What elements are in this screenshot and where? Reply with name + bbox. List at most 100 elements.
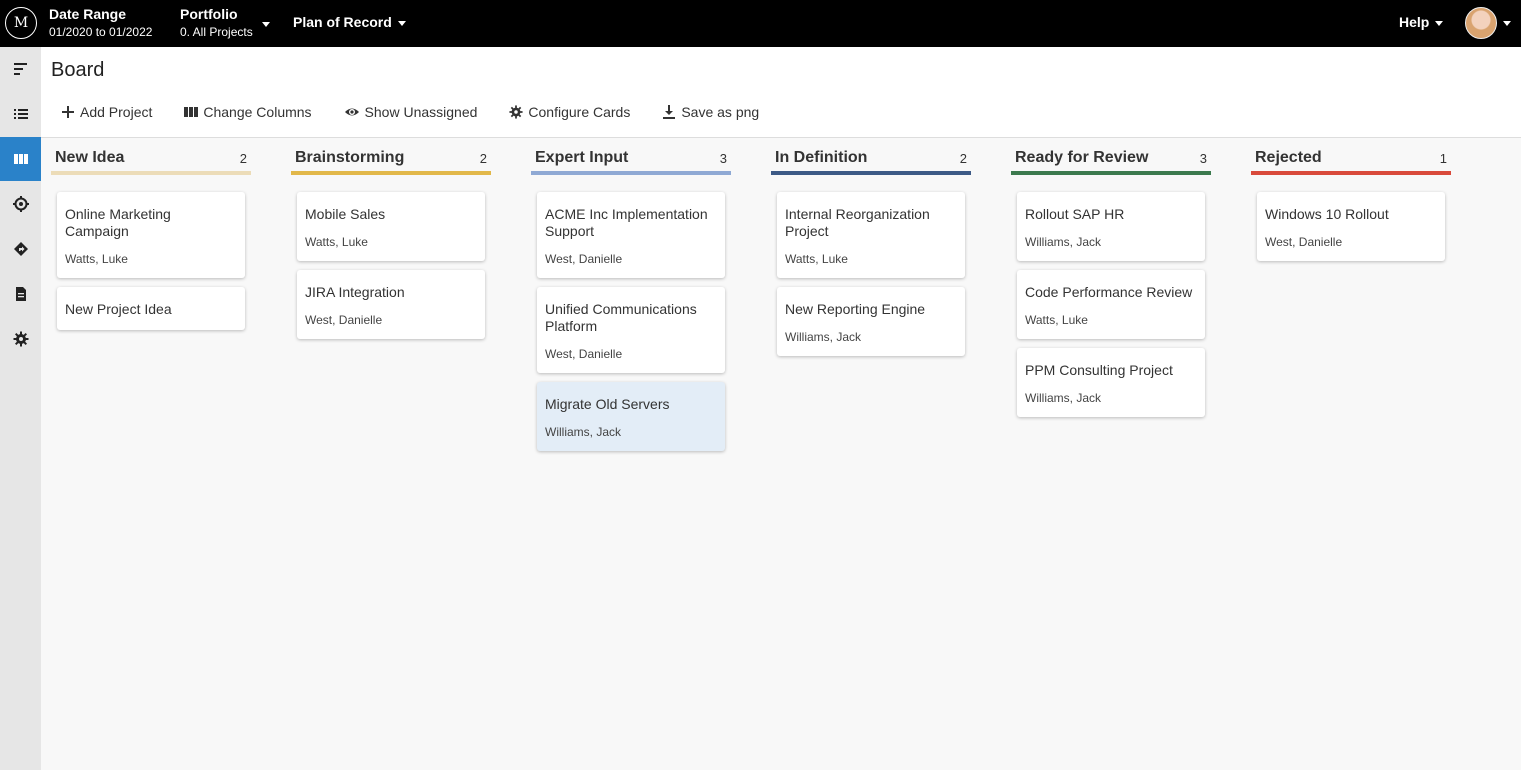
change-columns-button[interactable]: Change Columns xyxy=(184,104,312,120)
chevron-down-icon xyxy=(1503,20,1511,26)
column-header: Expert Input 3 xyxy=(531,138,731,175)
show-unassigned-label: Show Unassigned xyxy=(364,104,478,120)
project-card[interactable]: Code Performance Review Watts, Luke xyxy=(1017,270,1205,339)
plus-icon xyxy=(62,106,74,118)
column-ready-for-review: Ready for Review 3 Rollout SAP HR Willia… xyxy=(1011,138,1211,417)
portfolio-selector[interactable]: Portfolio 0. All Projects xyxy=(180,5,270,41)
card-owner: Williams, Jack xyxy=(785,330,862,344)
document-icon[interactable] xyxy=(0,272,41,316)
project-card[interactable]: Migrate Old Servers Williams, Jack xyxy=(537,382,725,451)
project-card[interactable]: Online Marketing Campaign Watts, Luke xyxy=(57,192,245,278)
gear-icon[interactable] xyxy=(0,317,41,361)
project-card[interactable]: New Project Idea xyxy=(57,287,245,330)
card-owner: Watts, Luke xyxy=(785,252,848,266)
column-in-definition: In Definition 2 Internal Reorganization … xyxy=(771,138,971,356)
column-expert-input: Expert Input 3 ACME Inc Implementation S… xyxy=(531,138,731,451)
portfolio-value: 0. All Projects xyxy=(180,25,253,39)
card-owner: Watts, Luke xyxy=(1025,313,1088,327)
list-icon[interactable] xyxy=(0,92,41,136)
page-title: Board xyxy=(51,59,105,81)
add-project-button[interactable]: Add Project xyxy=(61,104,152,120)
card-owner: West, Danielle xyxy=(305,313,383,327)
configure-cards-button[interactable]: Configure Cards xyxy=(509,104,630,120)
card-owner: Williams, Jack xyxy=(545,425,622,439)
card-title: Unified Communications Platform xyxy=(545,301,697,334)
help-label: Help xyxy=(1399,14,1430,30)
date-range-value: 01/2020 to 01/2022 xyxy=(49,25,153,39)
project-card[interactable]: Internal Reorganization Project Watts, L… xyxy=(777,192,965,278)
gear-icon xyxy=(509,105,523,119)
plan-label: Plan of Record xyxy=(293,14,392,30)
project-card[interactable]: Windows 10 Rollout West, Danielle xyxy=(1257,192,1445,261)
column-title: In Definition xyxy=(775,149,868,166)
date-range-selector[interactable]: Date Range 01/2020 to 01/2022 xyxy=(49,5,152,41)
card-title: ACME Inc Implementation Support xyxy=(545,206,708,239)
portfolio-title: Portfolio xyxy=(180,6,238,22)
column-header: In Definition 2 xyxy=(771,138,971,175)
plan-of-record-dropdown[interactable]: Plan of Record xyxy=(293,14,406,30)
date-range-title: Date Range xyxy=(49,6,127,22)
column-title: Rejected xyxy=(1255,149,1322,166)
chevron-down-icon xyxy=(397,20,406,26)
board-icon[interactable] xyxy=(0,137,41,181)
project-card[interactable]: ACME Inc Implementation Support West, Da… xyxy=(537,192,725,278)
column-header: Rejected 1 xyxy=(1251,138,1451,175)
eye-icon xyxy=(344,108,359,116)
card-title: Code Performance Review xyxy=(1025,284,1193,300)
project-card[interactable]: Unified Communications Platform West, Da… xyxy=(537,287,725,373)
column-header: Brainstorming 2 xyxy=(291,138,491,175)
target-icon[interactable] xyxy=(0,182,41,226)
menu-icon[interactable] xyxy=(0,47,41,91)
card-owner: Watts, Luke xyxy=(305,235,368,249)
column-count: 2 xyxy=(479,151,487,166)
project-card[interactable]: JIRA Integration West, Danielle xyxy=(297,270,485,339)
column-brainstorming: Brainstorming 2 Mobile Sales Watts, Luke… xyxy=(291,138,491,339)
card-title: PPM Consulting Project xyxy=(1025,362,1173,378)
card-owner: Williams, Jack xyxy=(1025,391,1102,405)
column-count: 3 xyxy=(1199,151,1207,166)
column-count: 2 xyxy=(959,151,967,166)
user-menu[interactable] xyxy=(1465,7,1511,39)
column-title: Brainstorming xyxy=(295,149,405,166)
project-card[interactable]: New Reporting Engine Williams, Jack xyxy=(777,287,965,356)
project-card[interactable]: Mobile Sales Watts, Luke xyxy=(297,192,485,261)
project-card[interactable]: Rollout SAP HR Williams, Jack xyxy=(1017,192,1205,261)
show-unassigned-button[interactable]: Show Unassigned xyxy=(344,104,478,120)
card-title: JIRA Integration xyxy=(305,284,405,300)
logo-text: M xyxy=(13,15,29,31)
logo[interactable]: M xyxy=(5,7,37,39)
card-owner: Williams, Jack xyxy=(1025,235,1102,249)
top-bar: M Date Range 01/2020 to 01/2022 Portfoli… xyxy=(0,0,1521,47)
card-title: Rollout SAP HR xyxy=(1025,206,1125,222)
toolbar: Add Project Change Columns Show Unassign… xyxy=(61,104,791,120)
column-title: Expert Input xyxy=(535,149,629,166)
chevron-down-icon xyxy=(261,22,270,28)
card-owner: West, Danielle xyxy=(545,347,623,361)
card-owner: West, Danielle xyxy=(545,252,623,266)
columns-icon xyxy=(184,107,199,117)
card-owner: Watts, Luke xyxy=(65,252,128,266)
card-title: Internal Reorganization Project xyxy=(785,206,930,239)
configure-cards-label: Configure Cards xyxy=(528,104,631,120)
download-icon xyxy=(663,105,676,119)
change-columns-label: Change Columns xyxy=(203,104,312,120)
column-count: 1 xyxy=(1439,151,1447,166)
card-title: Online Marketing Campaign xyxy=(65,206,171,239)
column-count: 2 xyxy=(239,151,247,166)
project-card[interactable]: PPM Consulting Project Williams, Jack xyxy=(1017,348,1205,417)
card-title: New Project Idea xyxy=(65,301,172,317)
column-rejected: Rejected 1 Windows 10 Rollout West, Dani… xyxy=(1251,138,1451,261)
board-header: Board Add Project Change Columns Show Un… xyxy=(41,47,1521,138)
save-png-label: Save as png xyxy=(681,104,760,120)
column-header: Ready for Review 3 xyxy=(1011,138,1211,175)
chevron-down-icon xyxy=(1435,20,1444,26)
help-dropdown[interactable]: Help xyxy=(1399,14,1444,30)
column-title: Ready for Review xyxy=(1015,149,1149,166)
card-title: Windows 10 Rollout xyxy=(1265,206,1389,222)
sidebar xyxy=(0,47,41,770)
column-new-idea: New Idea 2 Online Marketing Campaign Wat… xyxy=(51,138,251,330)
roadmap-icon[interactable] xyxy=(0,227,41,271)
save-png-button[interactable]: Save as png xyxy=(662,104,759,120)
column-title: New Idea xyxy=(55,149,125,166)
column-header: New Idea 2 xyxy=(51,138,251,175)
